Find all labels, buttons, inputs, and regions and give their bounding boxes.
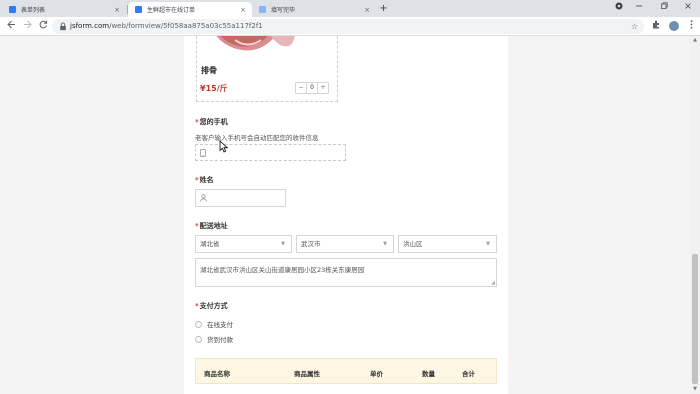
radio-circle-icon[interactable] <box>195 320 202 328</box>
minimize-icon[interactable] <box>632 2 646 14</box>
phone-hint: 老客户输入手机号会自动匹配您的收件信息 <box>195 134 319 142</box>
forward-icon[interactable] <box>21 20 33 32</box>
close-icon[interactable]: × <box>238 6 248 14</box>
jsform-favicon-icon <box>135 6 142 13</box>
chevron-down-icon: ▼ <box>383 241 387 247</box>
tab-label: 生鲜超市在线订单 <box>147 7 196 14</box>
column-header: 合计 <box>462 370 475 378</box>
tab-strip: 表单列表 × 生鲜超市在线订单 × 填写完毕 × + <box>0 0 700 17</box>
decrease-quantity-button[interactable]: − <box>296 83 306 93</box>
address-detail-textarea[interactable]: 湖北省武汉市洪山区关山街道康居园小区23栋关东康居园 ◢ <box>195 258 497 287</box>
tab-label: 填写完毕 <box>271 7 296 14</box>
url-host: jsform.com <box>70 22 110 30</box>
close-icon[interactable]: × <box>362 6 372 14</box>
required-mark: * <box>195 118 199 126</box>
name-label: *姓名 <box>195 175 214 185</box>
name-input[interactable] <box>195 189 286 207</box>
district-select[interactable]: 洪山区 ▼ <box>398 235 497 253</box>
name-label-text: 姓名 <box>199 176 214 184</box>
column-header: 商品属性 <box>294 370 320 378</box>
tab-order-form[interactable]: 生鲜超市在线订单 × <box>128 2 252 17</box>
city-value: 武汉市 <box>301 240 321 248</box>
phone-input[interactable] <box>195 144 346 161</box>
reload-icon[interactable] <box>37 20 49 32</box>
mouse-pointer-icon <box>219 140 229 153</box>
column-header: 商品名称 <box>204 370 230 378</box>
scroll-down-icon[interactable]: ▼ <box>690 385 700 394</box>
menu-icon[interactable] <box>685 20 697 32</box>
radio-circle-icon[interactable] <box>195 335 202 343</box>
phone-label-text: 您的手机 <box>199 118 228 126</box>
page-scrollbar[interactable]: ▲ ▼ <box>690 36 700 394</box>
city-select[interactable]: 武汉市 ▼ <box>296 235 394 253</box>
tab-form-list[interactable]: 表单列表 × <box>2 2 126 17</box>
mobile-phone-icon <box>200 149 207 157</box>
product-image <box>205 36 297 58</box>
order-table-header: 商品名称 商品属性 单价 数量 合计 <box>195 358 497 384</box>
quantity-stepper: − 0 + <box>295 82 329 94</box>
payment-label: *支付方式 <box>195 301 228 311</box>
address-label-text: 配送地址 <box>199 222 228 230</box>
address-label: *配送地址 <box>195 221 228 231</box>
url-path: /web/formview/5f058aa875a03c55a117f2f1 <box>109 22 263 30</box>
tab-label: 表单列表 <box>21 7 46 14</box>
address-detail-text: 湖北省武汉市洪山区关山街道康居园小区23栋关东康居园 <box>200 266 365 274</box>
url-text: jsform.com/web/formview/5f058aa875a03c55… <box>70 19 263 34</box>
resize-handle-icon[interactable]: ◢ <box>491 280 495 286</box>
column-header: 数量 <box>422 370 435 378</box>
profile-avatar[interactable] <box>669 21 679 31</box>
tab-search-icon[interactable] <box>612 2 626 14</box>
new-tab-button[interactable]: + <box>377 2 390 15</box>
close-icon[interactable]: × <box>112 6 122 14</box>
required-mark: * <box>195 222 199 230</box>
chevron-down-icon: ▼ <box>281 241 285 247</box>
tab-completed[interactable]: 填写完毕 × <box>252 2 376 17</box>
payment-option-label: 货到付款 <box>207 336 233 344</box>
close-icon[interactable] <box>681 2 695 14</box>
quantity-input[interactable]: 0 <box>306 83 318 93</box>
user-icon <box>200 194 207 202</box>
required-mark: * <box>195 176 199 184</box>
page-viewport: 排骨 ¥15/斤 − 0 + *您的手机 老客户输入手机号会自动匹配您的收件信息… <box>0 36 700 394</box>
product-card: 排骨 ¥15/斤 − 0 + <box>196 36 338 102</box>
payment-label-text: 支付方式 <box>199 302 228 310</box>
jsform-favicon-icon <box>9 6 16 13</box>
payment-option-label: 在线支付 <box>207 321 233 329</box>
payment-option-online[interactable]: 在线支付 <box>195 319 233 329</box>
province-select[interactable]: 湖北省 ▼ <box>195 235 292 253</box>
required-mark: * <box>195 302 199 310</box>
browser-toolbar: jsform.com/web/formview/5f058aa875a03c55… <box>0 17 700 36</box>
extensions-icon[interactable] <box>650 20 662 32</box>
address-bar[interactable]: jsform.com/web/formview/5f058aa875a03c55… <box>52 19 644 34</box>
product-name: 排骨 <box>201 66 217 75</box>
province-value: 湖北省 <box>200 240 220 248</box>
product-price: ¥15/斤 <box>200 84 228 93</box>
lock-icon[interactable] <box>59 22 67 31</box>
phone-label: *您的手机 <box>195 117 228 127</box>
page-favicon-icon <box>259 6 266 13</box>
back-icon[interactable] <box>5 20 17 32</box>
chevron-down-icon: ▼ <box>486 241 490 247</box>
scroll-up-icon[interactable]: ▲ <box>690 36 700 45</box>
scrollbar-thumb[interactable] <box>692 254 698 384</box>
payment-option-cod[interactable]: 货到付款 <box>195 334 233 344</box>
district-value: 洪山区 <box>403 240 423 248</box>
column-header: 单价 <box>370 370 383 378</box>
increase-quantity-button[interactable]: + <box>318 83 328 93</box>
maximize-icon[interactable] <box>657 2 671 14</box>
star-icon[interactable]: ☆ <box>631 19 638 34</box>
